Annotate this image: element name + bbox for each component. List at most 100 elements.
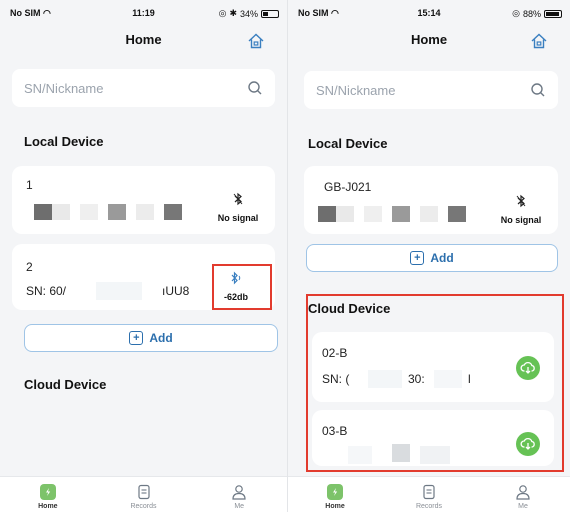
redaction-block: [348, 446, 372, 464]
add-label: Add: [149, 331, 173, 345]
redaction-block: [164, 204, 182, 220]
cloud-device-card[interactable]: 03-B: [312, 410, 554, 466]
device-name: 2: [26, 260, 33, 274]
records-icon: [137, 484, 150, 500]
redaction-block: [392, 444, 410, 462]
tab-bar: Home Records Me: [288, 476, 570, 512]
redaction-block: [448, 206, 466, 222]
tab-label: Records: [130, 503, 157, 510]
bluetooth-off-icon: [233, 192, 243, 206]
home-outline-icon[interactable]: [247, 32, 265, 50]
tab-label: Me: [518, 503, 528, 510]
redaction-block: [392, 206, 410, 222]
home-icon: [327, 484, 343, 500]
device-sn-suffix: ıUU8: [162, 284, 190, 298]
cloud-download-icon: [520, 437, 535, 450]
title-bar: Home: [288, 28, 570, 54]
redaction-block: [108, 204, 126, 220]
local-device-heading: Local Device: [308, 136, 388, 151]
redaction-block: [318, 206, 336, 222]
cloud-download-button[interactable]: [516, 432, 540, 456]
redacted-info: [318, 206, 466, 222]
search-placeholder: SN/Nickname: [24, 80, 104, 96]
cloud-download-icon: [520, 361, 535, 374]
device-name: 02-B: [322, 346, 348, 360]
battery-icon: [261, 9, 279, 18]
device-name: GB-J021: [324, 180, 372, 194]
phone-left: No SIM ◠ 11:19 ◎ ✱ 34% Home SN/Nickname: [0, 0, 287, 512]
device-name: 1: [26, 178, 33, 192]
tab-home[interactable]: Home: [0, 477, 96, 512]
cloud-device-card[interactable]: 02-B SN: ( 30: l: [312, 332, 554, 402]
records-icon: [423, 484, 435, 500]
bluetooth-status: No signal: [209, 192, 267, 226]
local-device-heading: Local Device: [24, 134, 104, 149]
add-label: Add: [430, 251, 454, 265]
signal-status-label: No signal: [500, 215, 542, 225]
search-input[interactable]: SN/Nickname: [304, 71, 558, 109]
alarm-icon: ◎: [512, 8, 520, 18]
page-title: Home: [410, 32, 448, 47]
tab-home[interactable]: Home: [288, 477, 382, 512]
search-input[interactable]: SN/Nickname: [12, 69, 275, 107]
search-placeholder: SN/Nickname: [316, 82, 396, 98]
cloud-device-heading: Cloud Device: [24, 377, 107, 392]
device-sn-prefix: SN: (: [322, 372, 350, 386]
battery-percent: 88%: [522, 8, 541, 19]
redaction-block: [368, 370, 402, 388]
phone-right: No SIM ◠ 15:14 ◎ 88% Home SN/Nickname Lo…: [287, 0, 570, 512]
cloud-device-heading: Cloud Device: [308, 301, 391, 316]
user-icon: [516, 485, 530, 500]
bluetooth-off-icon: [516, 194, 526, 208]
redaction-block: [364, 206, 382, 222]
plus-icon: +: [129, 331, 144, 345]
redaction-block: [80, 204, 98, 220]
user-icon: [232, 485, 246, 500]
device-sn-middle: 30:: [408, 372, 425, 386]
title-bar: Home: [0, 28, 287, 54]
search-icon[interactable]: [247, 80, 263, 96]
tab-me[interactable]: Me: [191, 477, 287, 512]
device-sn-prefix: SN: 60/: [26, 284, 67, 298]
status-right: ◎ 88%: [512, 8, 562, 19]
redacted-info: [34, 204, 182, 220]
device-card[interactable]: 1 No signal: [12, 166, 275, 234]
device-card[interactable]: GB-J021 No signal: [304, 166, 558, 234]
plus-icon: +: [410, 251, 425, 265]
bluetooth-status: No signal: [492, 194, 550, 228]
tab-records[interactable]: Records: [382, 477, 476, 512]
tab-bar: Home Records Me: [0, 476, 287, 512]
bluetooth-status-icon: ✱: [229, 8, 237, 18]
status-right: ◎ ✱ 34%: [219, 8, 279, 19]
home-icon: [39, 484, 56, 500]
home-outline-icon[interactable]: [530, 32, 548, 50]
tab-label: Me: [234, 503, 245, 510]
tab-records[interactable]: Records: [96, 477, 192, 512]
status-bar: No SIM ◠ 11:19 ◎ ✱ 34%: [0, 0, 287, 22]
redaction-block: [434, 370, 462, 388]
redaction-block: [336, 206, 354, 222]
signal-status-label: No signal: [217, 213, 259, 223]
status-bar: No SIM ◠ 15:14 ◎ 88%: [288, 0, 570, 22]
device-name: 03-B: [322, 424, 348, 438]
add-device-button[interactable]: + Add: [306, 244, 558, 272]
redaction-block: [96, 282, 142, 300]
redaction-block: [52, 204, 70, 220]
screenshot-stage: No SIM ◠ 11:19 ◎ ✱ 34% Home SN/Nickname: [0, 0, 570, 512]
search-icon[interactable]: [530, 82, 546, 98]
alarm-icon: ◎: [218, 8, 227, 18]
battery-percent: 34%: [239, 8, 258, 19]
add-device-button[interactable]: + Add: [24, 324, 278, 352]
device-sn-suffix: l: [468, 372, 471, 386]
redaction-block: [34, 204, 52, 220]
cloud-download-button[interactable]: [516, 356, 540, 380]
page-title: Home: [125, 32, 162, 47]
highlight-box: [212, 264, 272, 310]
redaction-block: [136, 204, 154, 220]
tab-me[interactable]: Me: [476, 477, 570, 512]
battery-icon: [544, 9, 562, 18]
tab-label: Home: [325, 503, 345, 510]
redaction-block: [420, 206, 438, 222]
tab-label: Home: [38, 503, 58, 510]
redaction-block: [420, 446, 450, 464]
